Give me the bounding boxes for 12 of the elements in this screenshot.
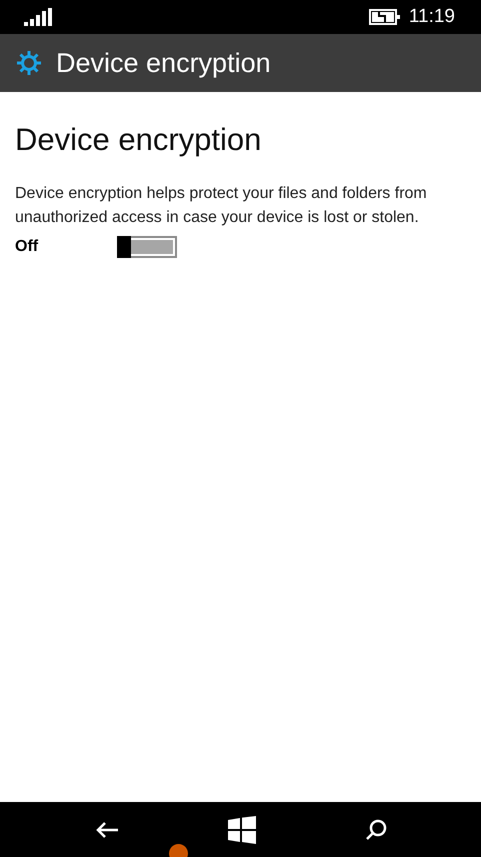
settings-icon (16, 50, 42, 76)
toggle-state-label: Off (15, 238, 40, 256)
page-title: Device encryption (56, 48, 271, 78)
windows-logo-icon (228, 816, 256, 844)
back-arrow-icon (94, 820, 118, 838)
section-heading: Device encryption (15, 122, 262, 158)
search-icon (364, 818, 386, 840)
battery-charging-icon (368, 9, 401, 25)
clock-time: 11:19 (408, 6, 455, 28)
signal-icon (24, 8, 54, 26)
description-text: Device encryption helps protect your files and folders from unauthorized access in case your device is lost or stolen. (15, 184, 428, 228)
encryption-toggle[interactable] (117, 236, 177, 258)
